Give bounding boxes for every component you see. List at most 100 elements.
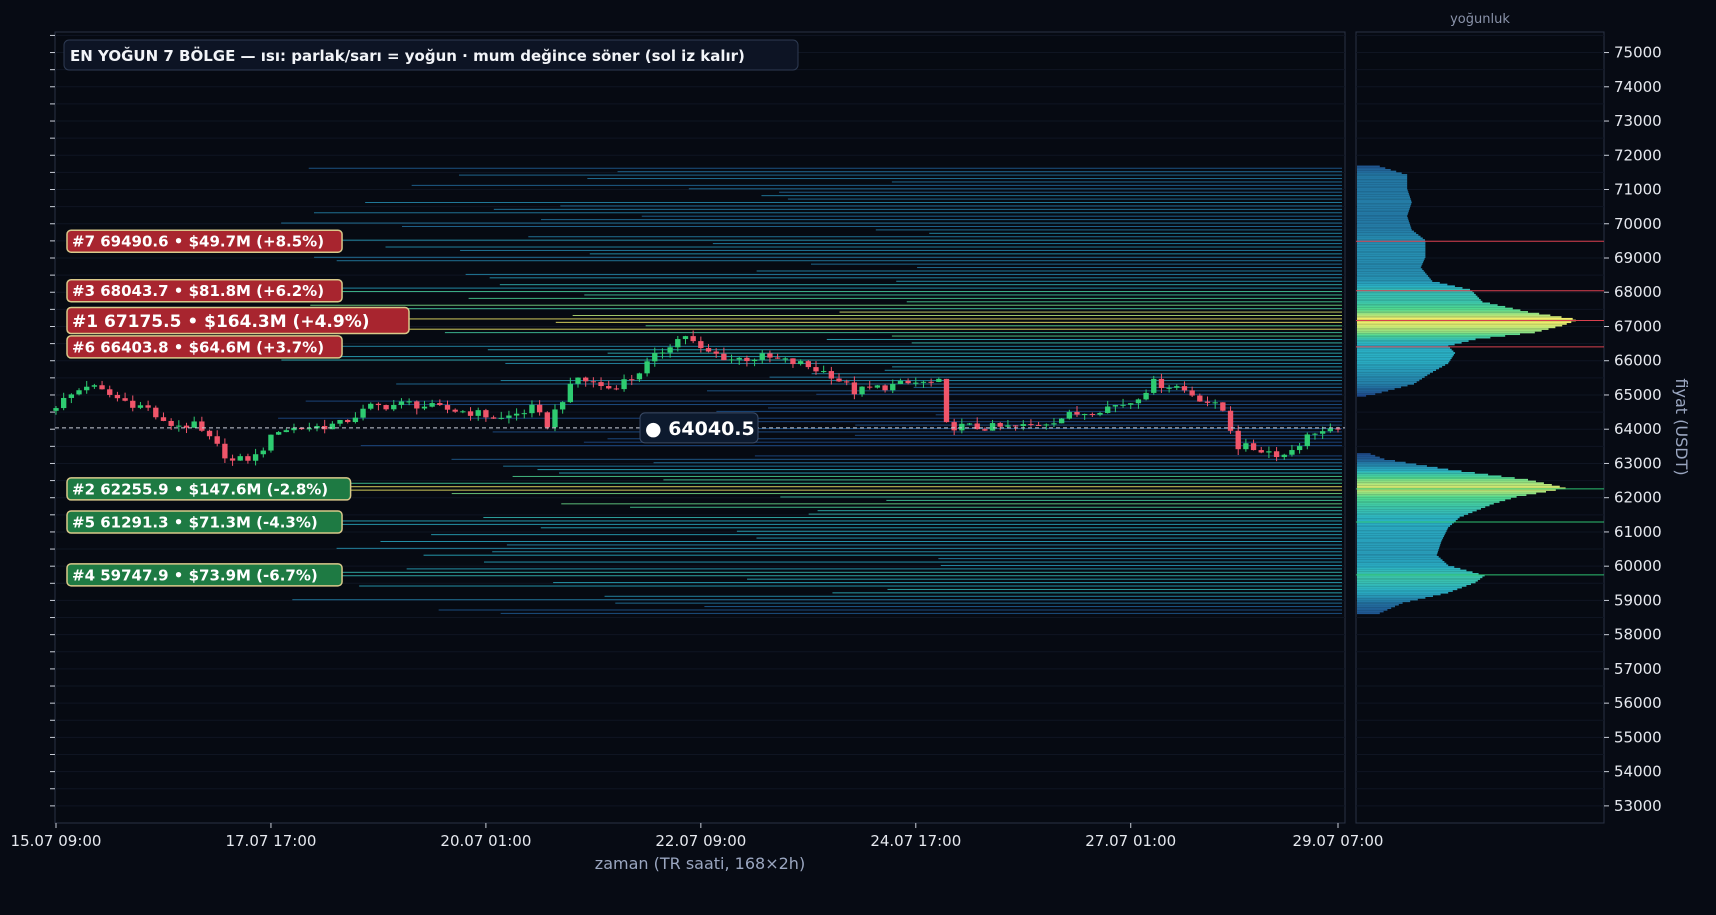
density-bar (1357, 382, 1414, 385)
density-bar (1357, 576, 1483, 579)
chart-title: EN YOĞUN 7 BÖLGE — ısı: parlak/sarı = yo… (63, 39, 799, 71)
density-bar (1357, 307, 1513, 310)
density-bar (1357, 317, 1573, 320)
density-bar (1357, 531, 1446, 534)
density-bar (1357, 360, 1450, 363)
candle-body (1243, 443, 1249, 450)
density-bar (1357, 497, 1511, 500)
candle-body (1204, 401, 1211, 403)
heat-band (817, 510, 1342, 512)
candle-body (590, 381, 597, 383)
heat-band (779, 191, 1342, 193)
density-bar (1357, 612, 1380, 615)
y-tick-label: 60000 (1614, 557, 1662, 575)
density-bar (1357, 602, 1403, 604)
density-bar (1357, 335, 1506, 337)
density-bar (1357, 215, 1408, 217)
heat-band (891, 181, 1342, 183)
density-bar (1357, 321, 1572, 324)
heat-band (406, 568, 1342, 570)
y-tick-label: 54000 (1614, 763, 1662, 781)
side-panel-title: yoğunluk (1450, 12, 1510, 27)
density-bar (1357, 269, 1424, 272)
density-bar (1357, 357, 1452, 360)
density-bar (1357, 540, 1442, 543)
candle-body (1312, 433, 1318, 435)
y-axis-label: fiyat (USDT) (1672, 378, 1691, 475)
candle-body (168, 420, 174, 426)
density-bar (1357, 393, 1376, 395)
density-bar (1357, 569, 1467, 572)
density-bar (1357, 191, 1409, 193)
heat-band (854, 434, 1342, 436)
candle-body (483, 410, 489, 418)
heat-band (493, 208, 1342, 210)
candle-body (145, 405, 151, 408)
candle-body (199, 421, 205, 431)
density-bar (1357, 530, 1447, 532)
candle-body (245, 456, 251, 461)
heat-band (310, 304, 1342, 306)
density-bar (1357, 482, 1544, 484)
density-bar (1357, 225, 1411, 228)
candle-body (721, 353, 727, 361)
density-bar (1357, 537, 1444, 539)
density-bar (1357, 170, 1397, 173)
density-bar (1357, 384, 1408, 387)
density-bar (1357, 463, 1417, 466)
heat-band (587, 178, 1342, 180)
heat-band (615, 602, 1342, 604)
density-bar (1357, 331, 1535, 334)
heat-band (444, 332, 1342, 334)
candle-body (1181, 386, 1188, 391)
density-bar (1357, 523, 1452, 526)
density-bar (1357, 597, 1426, 599)
candle-body (606, 386, 612, 389)
density-bar (1357, 494, 1527, 496)
density-bar (1357, 199, 1412, 202)
density-bar (1357, 228, 1412, 231)
heat-band (451, 458, 1343, 460)
candle-body (836, 378, 842, 382)
candle-body (613, 388, 620, 390)
heat-band (553, 582, 1342, 584)
heat-band (451, 493, 1342, 495)
heat-band (489, 277, 1342, 279)
density-bar (1357, 283, 1448, 286)
x-tick-label: 27.07 01:00 (1085, 832, 1176, 850)
density-bar (1357, 264, 1422, 267)
heat-band (268, 523, 1342, 525)
candle-body (260, 450, 266, 455)
density-bar (1357, 365, 1443, 368)
candle-body (345, 419, 351, 423)
candle-body (490, 417, 497, 419)
heat-band (589, 253, 1342, 255)
candle-body (943, 378, 950, 423)
density-bar (1357, 252, 1426, 255)
candle-body (1066, 412, 1072, 419)
candle-body (329, 423, 336, 430)
density-bar (1357, 218, 1409, 221)
density-bar (1357, 275, 1428, 277)
candle-body (851, 382, 858, 395)
density-bar (1357, 528, 1448, 531)
density-bar (1357, 511, 1473, 514)
candle-body (774, 357, 781, 359)
heat-band (540, 527, 1342, 529)
density-bar (1357, 571, 1473, 574)
heat-band (411, 184, 1342, 186)
density-bar (1357, 470, 1462, 473)
heat-band (396, 383, 1342, 385)
y-tick-label: 70000 (1614, 215, 1662, 233)
density-bar (1357, 542, 1441, 544)
heat-band (313, 212, 1342, 214)
candle-body (268, 434, 274, 451)
candle-body (275, 432, 282, 435)
density-bar (1357, 167, 1386, 169)
density-bar (1357, 490, 1547, 493)
density-bar (1357, 461, 1406, 464)
density-bar (1357, 254, 1426, 257)
candle-body (191, 421, 197, 428)
candle-body (368, 403, 374, 409)
candle-body (1296, 446, 1303, 451)
